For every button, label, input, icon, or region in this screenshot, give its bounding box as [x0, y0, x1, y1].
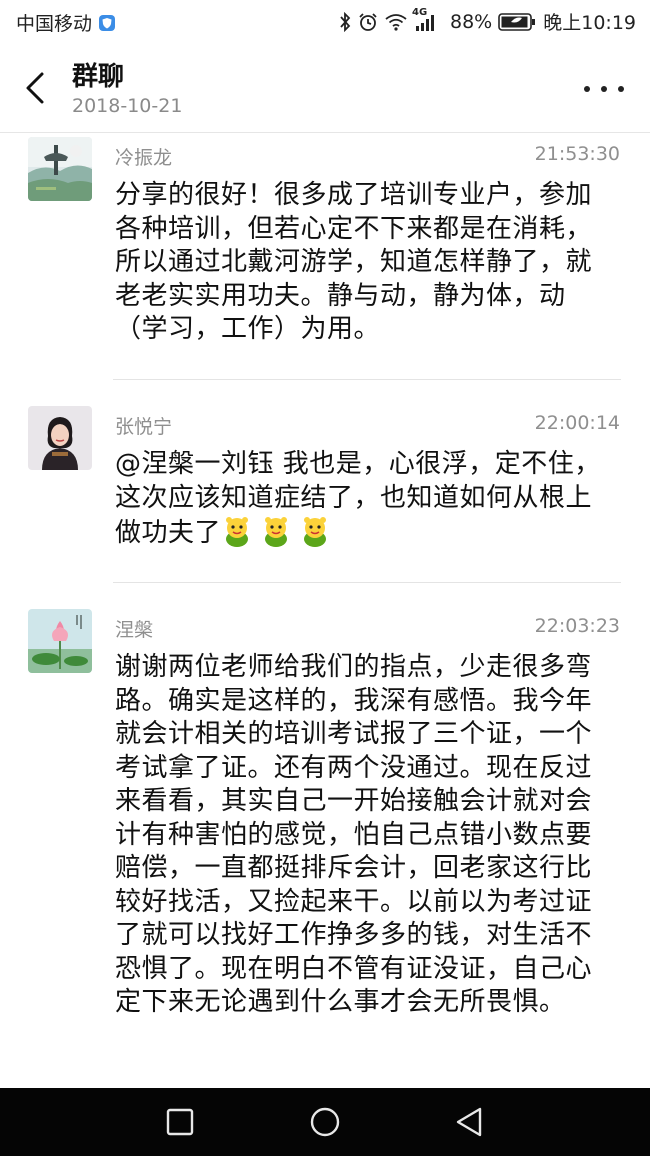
- battery-icon: [498, 12, 536, 31]
- message-text: @涅槃一刘钰 我也是，心很浮，定不住，这次应该知道症结了，也知道如何从根上做功夫…: [115, 448, 612, 551]
- back-triangle-icon[interactable]: [450, 1102, 490, 1142]
- avatar[interactable]: [28, 609, 92, 673]
- carrier-name: 中国移动: [16, 13, 93, 35]
- bluetooth-icon: [340, 11, 351, 32]
- sender-name: 涅槃: [115, 619, 154, 641]
- message-text: 谢谢两位老师给我们的指点，少走很多弯路。确实是这样的，我深有感悟。我今年就会计相…: [115, 652, 593, 1017]
- divider: [113, 379, 621, 380]
- wifi-icon: [385, 13, 407, 31]
- message-text: 分享的很好！很多成了培训专业户，参加各种培训，但若心定不下来都是在消耗，所以通过…: [115, 180, 593, 344]
- message-time: 22:03:23: [534, 615, 620, 637]
- green-bear-emoji: [265, 517, 288, 547]
- green-bear-emoji: [304, 517, 327, 547]
- shield-icon: [99, 14, 116, 31]
- signal-area: 4G: [412, 7, 443, 31]
- sender-name: 冷振龙: [115, 147, 173, 169]
- green-bear-emoji: [226, 517, 249, 547]
- chat-header: 群聊 2018-10-21: [0, 44, 650, 133]
- avatar[interactable]: [28, 406, 92, 470]
- home-icon[interactable]: [305, 1102, 345, 1142]
- message-text-body: @涅槃一刘钰 我也是，心很浮，定不住，这次应该知道症结了，也知道如何从根上做功夫…: [115, 449, 601, 548]
- network-type: 4G: [412, 6, 428, 18]
- carrier-area: 中国移动: [16, 9, 116, 36]
- more-options-icon[interactable]: [584, 82, 624, 96]
- recent-apps-icon[interactable]: [160, 1102, 200, 1142]
- message-time: 22:00:14: [534, 412, 620, 434]
- message-time: 21:53:30: [534, 143, 620, 165]
- divider: [113, 582, 621, 583]
- system-nav-bar: [0, 1088, 650, 1156]
- status-icons: 4G 88% 晚上10:19: [339, 7, 636, 35]
- page-date: 2018-10-21: [72, 95, 183, 117]
- avatar[interactable]: [28, 137, 92, 201]
- back-arrow-icon[interactable]: [22, 71, 52, 105]
- sender-name: 张悦宁: [115, 416, 173, 438]
- alarm-icon: [359, 12, 377, 31]
- status-bar: 中国移动 4G 88% 晚上10:19: [0, 0, 650, 44]
- page-title: 群聊: [72, 62, 125, 92]
- emoji-group: [221, 517, 338, 548]
- battery-percent: 88%: [450, 10, 493, 33]
- clock: 晚上10:19: [543, 12, 636, 34]
